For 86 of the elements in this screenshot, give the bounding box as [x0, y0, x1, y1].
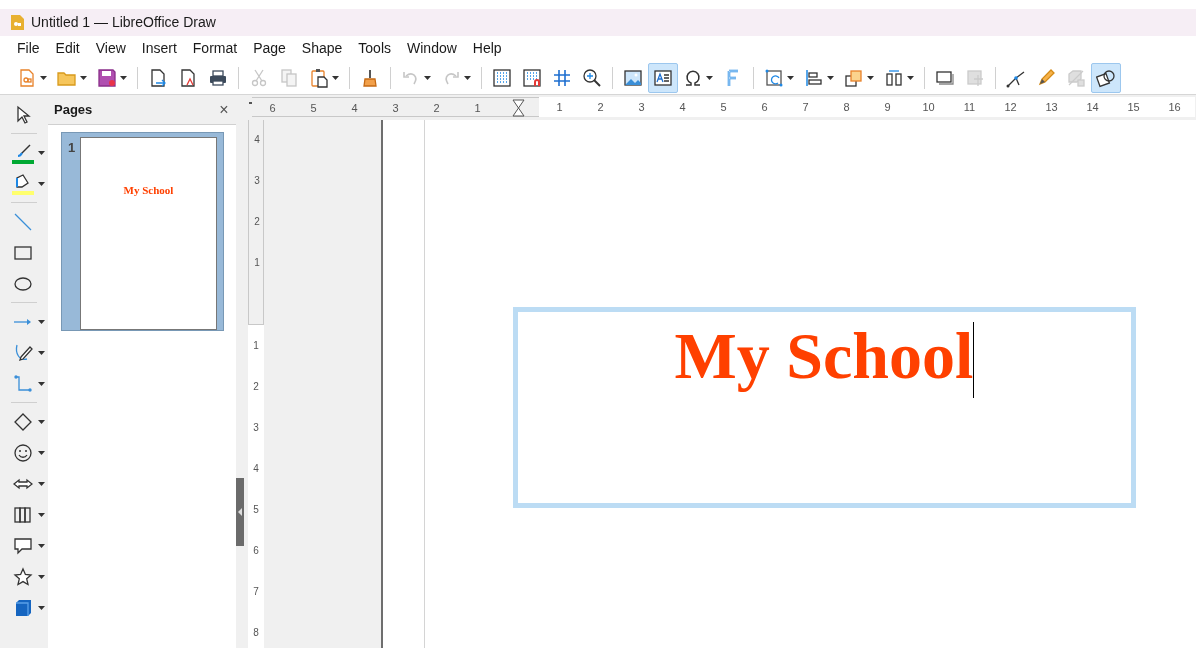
ruler-number: 5	[720, 101, 727, 113]
connector-icon	[13, 373, 33, 394]
ruler-number: 8	[843, 101, 850, 113]
caret-icon[interactable]	[38, 381, 45, 386]
ruler-number: 4	[254, 134, 260, 145]
ruler-number: 2	[433, 102, 440, 114]
ruler-number: 6	[253, 545, 259, 556]
ruler-number: 7	[802, 101, 809, 113]
speech-bubble-icon	[13, 535, 33, 556]
caret-icon[interactable]	[38, 419, 45, 424]
caret-icon[interactable]	[38, 319, 45, 324]
page-number: 1	[68, 139, 76, 157]
caret-icon[interactable]	[38, 450, 45, 455]
page-thumbnail[interactable]: 1 My School	[61, 132, 224, 331]
ruler-number: 1	[474, 102, 481, 114]
ruler-number: 7	[253, 586, 259, 597]
menu-item[interactable]: Format	[184, 36, 246, 61]
caret-icon[interactable]	[80, 75, 87, 80]
ruler-number: 2	[597, 101, 604, 113]
curve-icon	[13, 342, 33, 363]
caret-icon[interactable]	[38, 181, 45, 186]
caret-icon[interactable]	[38, 543, 45, 548]
ruler-number: 3	[254, 175, 260, 186]
caret-icon[interactable]	[706, 75, 713, 80]
ruler-number: 14	[1086, 101, 1099, 113]
caret-icon[interactable]	[38, 512, 45, 517]
ruler-number: 12	[1004, 101, 1017, 113]
caret-icon[interactable]	[120, 75, 127, 80]
caret-icon[interactable]	[867, 75, 874, 80]
ruler-number: 3	[638, 101, 645, 113]
caret-icon[interactable]	[38, 605, 45, 610]
menu-item[interactable]: Edit	[47, 36, 88, 61]
ruler-number: 6	[269, 102, 276, 114]
window-title: Untitled 1 — LibreOffice Draw	[31, 13, 216, 32]
ruler-number: 9	[884, 101, 891, 113]
title-text: My School	[674, 318, 974, 394]
ruler-number: 1	[254, 257, 260, 268]
ruler-number: 4	[679, 101, 686, 113]
menu-item[interactable]: Window	[399, 36, 465, 61]
columns-icon	[13, 504, 33, 525]
indent-marker-icon[interactable]	[512, 99, 525, 117]
caret-icon[interactable]	[40, 75, 47, 80]
ruler-number: 4	[253, 463, 259, 474]
panel-title: Pages	[54, 100, 93, 119]
star-icon	[13, 566, 33, 587]
ruler-number: 2	[254, 216, 260, 227]
caret-icon[interactable]	[787, 75, 794, 80]
caret-icon[interactable]	[332, 75, 339, 80]
ruler-number: 10	[922, 101, 935, 113]
ruler-number: 8	[253, 627, 259, 638]
close-button[interactable]: ×	[216, 100, 232, 119]
ruler-number: 16	[1168, 101, 1181, 113]
ruler-number: 13	[1045, 101, 1058, 113]
thumbnail-text: My School	[123, 183, 174, 197]
cube-icon	[13, 597, 33, 618]
ruler-number: 1	[253, 340, 259, 351]
ruler-number: 5	[310, 102, 317, 114]
menu-item[interactable]: Page	[245, 36, 294, 61]
caret-icon[interactable]	[38, 150, 45, 155]
smiley-icon	[13, 442, 33, 463]
menu-item[interactable]: Shape	[293, 36, 351, 61]
caret-icon[interactable]	[907, 75, 914, 80]
ruler-number: 1	[556, 101, 563, 113]
ruler-number: 6	[761, 101, 768, 113]
caret-icon[interactable]	[38, 574, 45, 579]
ruler-number: 5	[253, 504, 259, 515]
splitter-handle[interactable]	[236, 478, 244, 546]
menu-item[interactable]: Tools	[350, 36, 399, 61]
menu-item[interactable]: File	[9, 36, 48, 61]
app-icon	[10, 14, 25, 31]
caret-icon[interactable]	[827, 75, 834, 80]
caret-icon[interactable]	[38, 350, 45, 355]
ruler-number: 3	[392, 102, 399, 114]
menu-item[interactable]: Help	[464, 36, 510, 61]
ruler-number: 4	[351, 102, 358, 114]
ruler-number: 3	[253, 422, 259, 433]
ruler-number: 2	[253, 381, 259, 392]
menu-item[interactable]: View	[87, 36, 134, 61]
text-box[interactable]: My School	[513, 307, 1136, 508]
ruler-number: 11	[963, 101, 976, 113]
menu-item[interactable]: Insert	[133, 36, 185, 61]
caret-icon[interactable]	[38, 481, 45, 486]
ruler-number: 15	[1127, 101, 1140, 113]
arrow-icon	[13, 318, 33, 325]
diamond-icon	[13, 411, 33, 432]
line-icon	[13, 211, 33, 232]
